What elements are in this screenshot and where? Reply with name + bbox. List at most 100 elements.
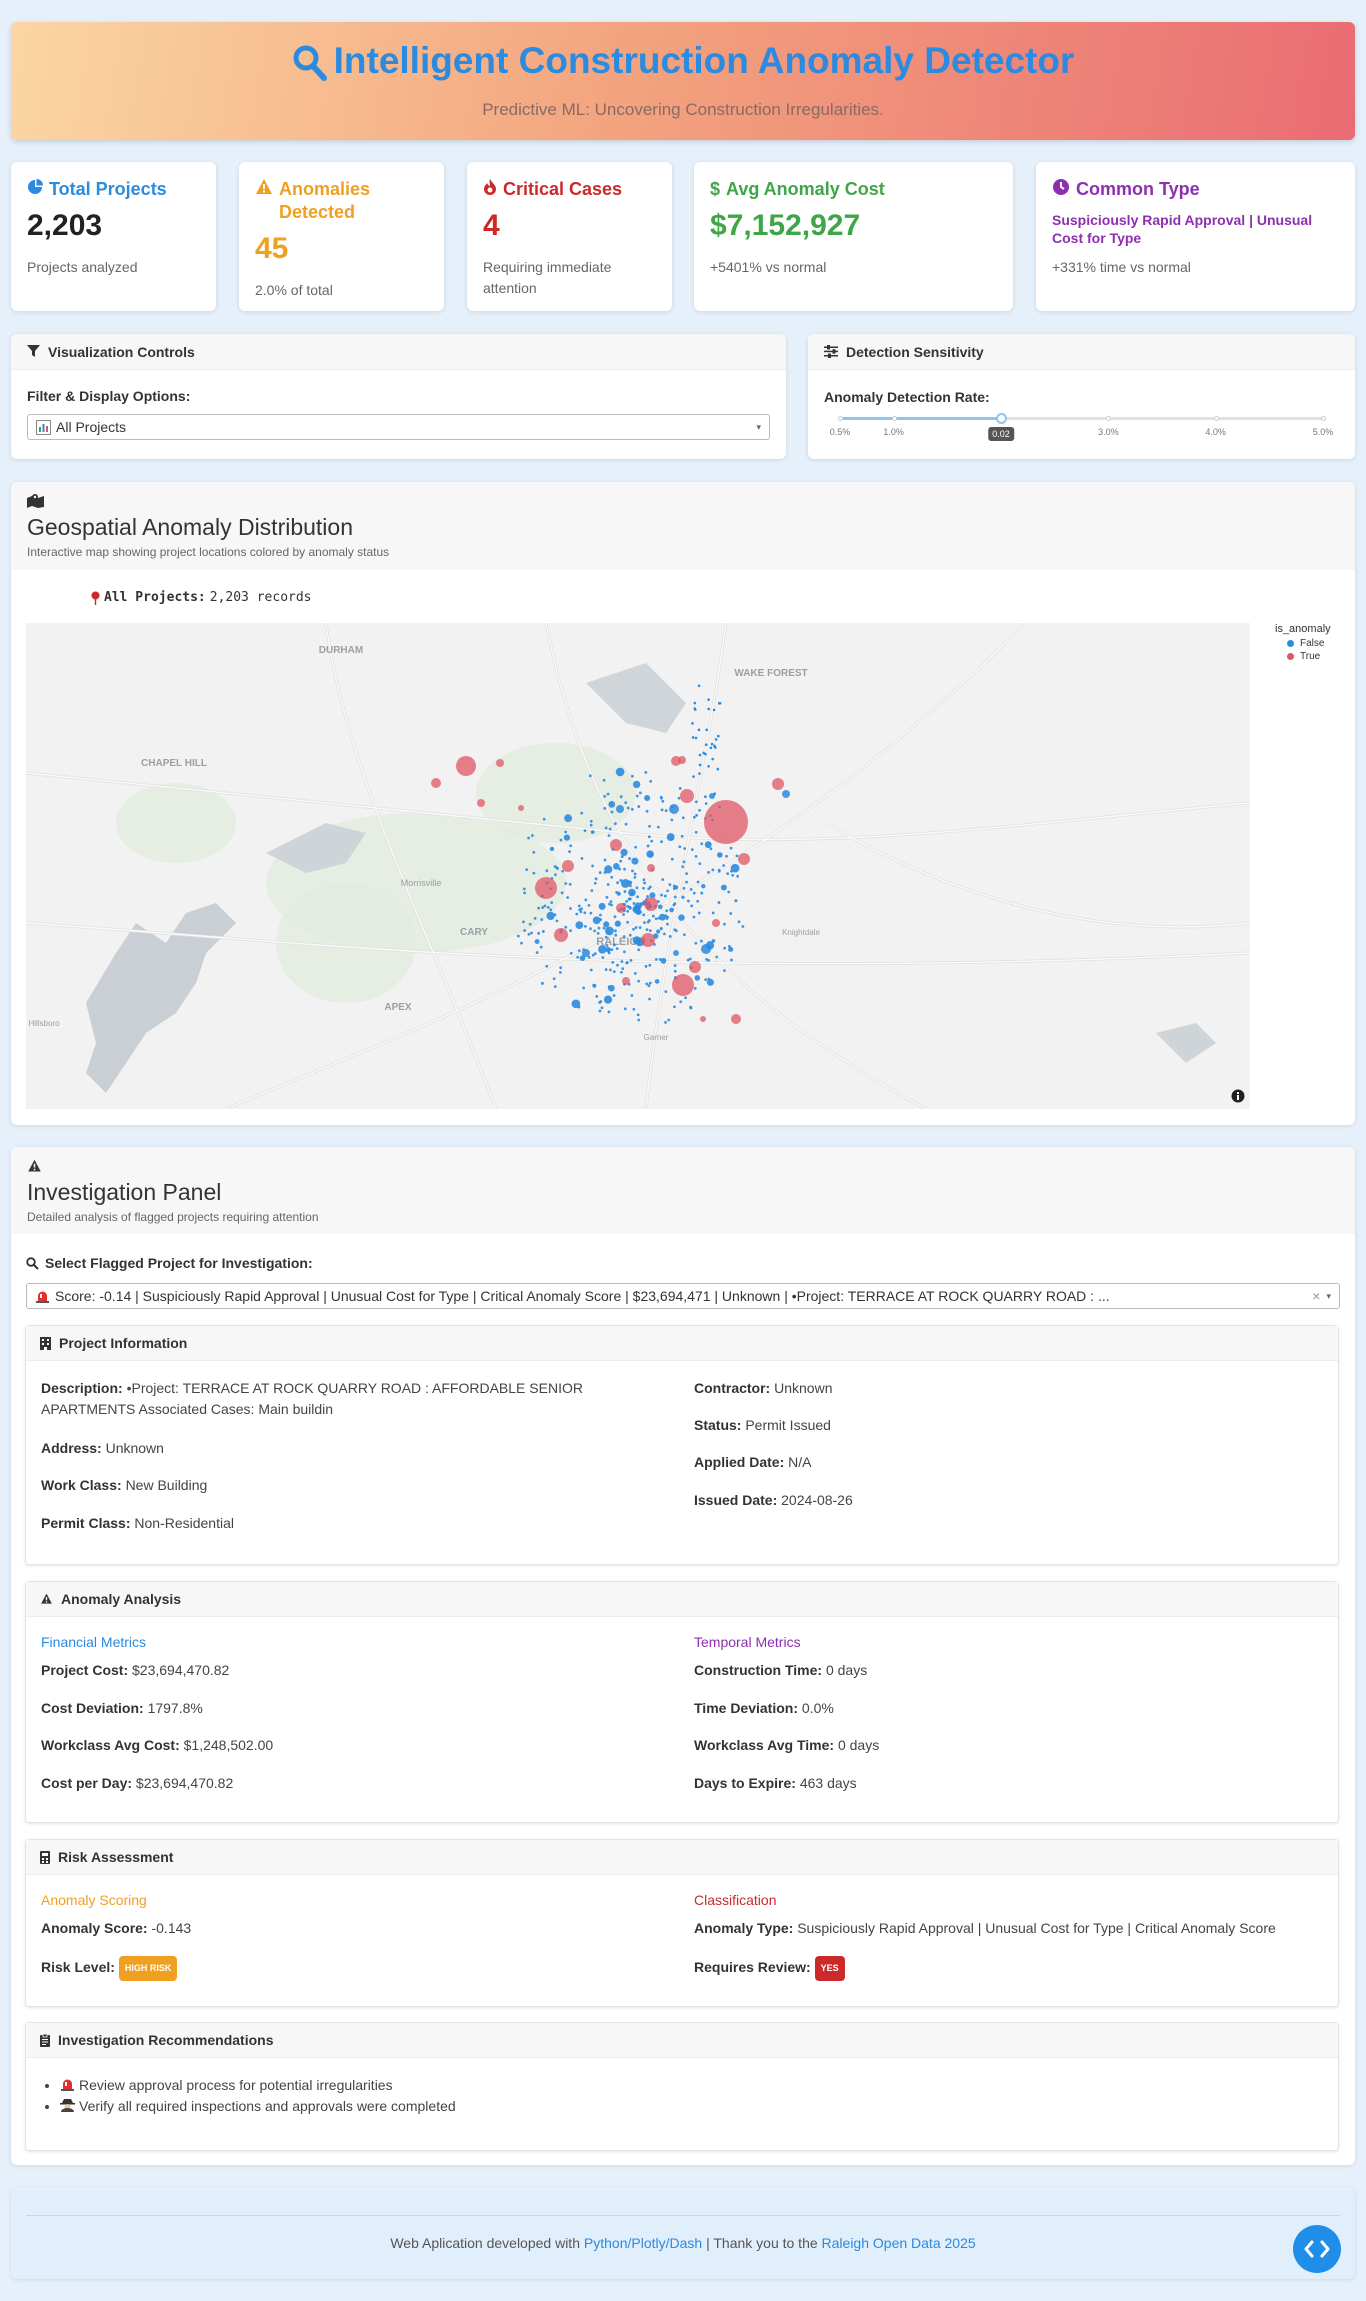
map-point-normal [648,981,652,985]
map-point-normal [630,892,634,896]
map-point-normal [634,845,637,849]
map-point-normal [543,904,547,908]
stat-desc: Requiring immediate attention [483,259,612,296]
clear-icon[interactable]: × [1312,1288,1320,1304]
info-icon[interactable] [1231,1089,1245,1103]
code-icon [1304,2240,1330,2258]
map-point-normal [549,846,555,852]
map-point-normal [704,978,708,982]
map-point-normal [711,911,715,915]
map-point-normal [668,883,672,887]
map-point-normal [633,971,637,975]
map-point-normal [673,895,677,899]
clipboard-icon [40,2033,50,2047]
map-point-anomaly [616,903,626,913]
map-point-normal [530,834,534,837]
map-point-normal [532,850,536,854]
pin-icon [91,591,100,605]
map-point-normal [642,913,646,917]
map-point-normal [741,925,745,928]
filter-label: Filter & Display Options: [27,388,191,404]
map-point-normal [658,904,663,910]
recommendation-text: Verify all required inspections and appr… [79,2098,456,2114]
map-point-normal [691,736,695,739]
map-point-normal [628,933,632,937]
field-value: Non-Residential [134,1515,234,1531]
field-label: Contractor: [694,1380,771,1396]
card-title: Risk Assessment [58,1849,174,1865]
map-canvas[interactable]: DURHAM WAKE FOREST CHAPEL HILL Morrisville C… [26,623,1250,1109]
map-point-normal [613,929,617,933]
geospatial-map[interactable]: DURHAM WAKE FOREST CHAPEL HILL Morrisville C… [26,623,1250,1109]
map-point-normal [630,994,634,997]
map-point-normal [698,772,701,775]
map-point-normal [690,848,694,852]
map-point-normal [729,846,733,850]
map-point-normal [589,819,593,823]
map-point-normal [624,822,628,826]
time-deviation-field: Time Deviation: 0.0% [694,1698,834,1719]
map-point-normal [589,968,593,972]
footer-middle: | Thank you to the [706,2235,818,2251]
map-point-normal [611,961,615,964]
map-point-normal [528,922,532,926]
map-point-normal [620,960,624,963]
slider-handle[interactable] [996,413,1007,424]
geospatial-section: Geospatial Anomaly Distribution Interact… [11,482,1355,1125]
map-point-normal [599,913,602,917]
map-point-anomaly [644,897,658,911]
filter-dropdown[interactable]: All Projects ▾ [27,414,770,440]
map-point-normal [782,790,790,798]
code-button[interactable] [1293,2225,1341,2273]
map-point-normal [564,830,568,834]
map-point-anomaly [672,974,694,996]
map-point-normal [693,986,697,990]
building-icon [40,1336,51,1350]
map-point-normal [523,929,527,932]
map-point-normal [632,927,635,931]
legend-item-false[interactable]: False [1275,638,1331,649]
map-point-normal [592,916,601,925]
slider-tick-dot [838,416,843,421]
map-point-normal [614,920,621,927]
chevron-down-icon[interactable]: ▾ [1326,1291,1331,1302]
map-point-normal [610,875,614,879]
field-label: Time Deviation: [694,1700,798,1716]
map-point-normal [666,889,669,893]
map-point-normal [669,907,674,913]
map-point-anomaly [689,961,701,973]
map-point-normal [654,979,660,984]
raleigh-open-data-link[interactable]: Raleigh Open Data 2025 [822,2235,976,2251]
workclass-avg-cost-field: Workclass Avg Cost: $1,248,502.00 [41,1735,273,1756]
map-point-normal [726,872,730,876]
map-point-normal [584,898,588,902]
legend-item-true[interactable]: True [1275,651,1331,662]
map-point-normal [626,806,630,810]
detection-rate-slider[interactable]: 0.5% 1.0% 3.0% 4.0% 5.0% 0.02 [824,413,1339,453]
map-point-normal [605,944,609,947]
map-point-normal [613,915,617,919]
map-point-normal [628,897,632,901]
map-point-normal [606,930,610,934]
python-plotly-dash-link[interactable]: Python/Plotly/Dash [584,2235,702,2251]
map-point-anomaly [704,800,748,844]
map-point-normal [713,744,716,748]
dropdown-value: Score: -0.14 | Suspiciously Rapid Approv… [55,1288,1110,1304]
flagged-project-dropdown[interactable]: Score: -0.14 | Suspiciously Rapid Approv… [26,1283,1340,1309]
map-point-normal [635,908,642,915]
map-point-normal [554,873,557,877]
map-icon [27,494,1339,508]
siren-icon [60,2078,75,2091]
map-point-normal [670,837,674,841]
map-point-normal [583,829,587,833]
map-point-anomaly [738,853,750,865]
field-label: Days to Expire: [694,1775,796,1791]
map-point-normal [665,909,669,913]
map-point-normal [545,869,549,873]
records-value: 2,203 records [209,590,312,605]
map-point-normal [539,945,543,949]
field-label: Anomaly Score: [41,1920,148,1936]
map-point-normal [609,900,613,904]
map-point-normal [648,963,652,967]
map-point-normal [663,894,667,898]
